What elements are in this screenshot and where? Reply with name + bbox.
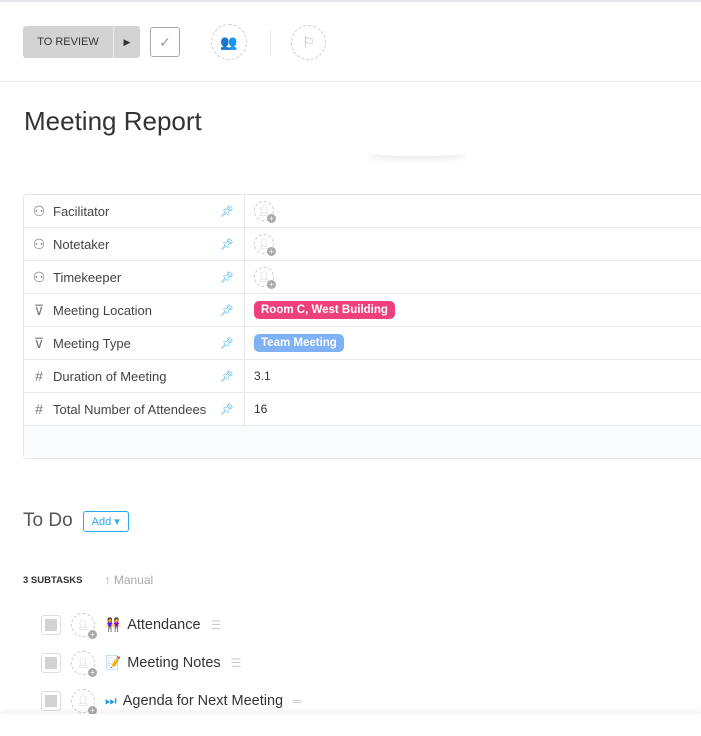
bottom-bar <box>0 714 701 736</box>
pin-icon[interactable]: 📌︎ <box>220 337 234 350</box>
fields-footer <box>24 426 701 458</box>
subtask-name[interactable]: Meeting Notes <box>127 655 221 671</box>
add-button[interactable]: Add ▾ <box>82 510 129 532</box>
status-button[interactable]: TO REVIEW ▶ <box>23 26 140 58</box>
add-user-avatar-icon[interactable]: 👤︎ <box>254 267 276 289</box>
field-name: Duration of Meeting <box>53 368 167 384</box>
description-icon: ☰ <box>230 656 242 670</box>
field-name: Notetaker <box>53 236 110 252</box>
user-icon: ⚇ <box>32 235 46 252</box>
todo-section-header: To Do Add ▾ <box>23 510 129 532</box>
sort-label: Manual <box>113 573 154 587</box>
pin-icon[interactable]: 📌︎ <box>220 238 234 251</box>
add-label: Add <box>91 515 112 528</box>
meeting-type-tag[interactable]: Team Meeting <box>254 334 344 352</box>
flag-priority-icon[interactable]: ⚐ <box>291 25 326 60</box>
subtask-name[interactable]: Attendance <box>127 617 200 633</box>
assign-avatar-icon[interactable]: 👤︎ <box>71 613 97 639</box>
subtask-name[interactable]: Agenda for Next Meeting <box>123 693 283 709</box>
field-name: Total Number of Attendees <box>53 401 207 417</box>
subtask-item[interactable]: 👤︎ 👭 Attendance ☰ <box>41 613 222 639</box>
assign-users-icon[interactable]: 👥 <box>211 24 247 60</box>
user-icon: ⚇ <box>32 202 46 219</box>
emoji-icon: 👭 <box>105 617 122 632</box>
todo-label: To Do <box>23 510 73 531</box>
field-name: Facilitator <box>53 203 110 219</box>
add-user-avatar-icon[interactable]: 👤︎ <box>254 201 276 223</box>
description-icon: ☰ <box>210 618 222 632</box>
subtask-checkbox[interactable] <box>41 691 61 711</box>
subtasks-header: 3 SUBTASKS ↑ Manual <box>23 573 153 587</box>
emoji-icon: ⏭ <box>105 693 117 708</box>
field-row: ⚇ Notetaker 📌︎ 👤︎ <box>24 228 701 261</box>
assign-avatar-icon[interactable]: 👤︎ <box>71 651 97 677</box>
field-name: Meeting Type <box>53 335 131 351</box>
custom-fields-table: ⚇ Facilitator 📌︎ 👤︎ ⚇ Notetaker 📌︎ 👤︎ ⚇ Timek… <box>23 194 701 459</box>
subtask-count: 3 SUBTASKS <box>23 575 83 586</box>
field-row: ⚇ Timekeeper 📌︎ 👤︎ <box>24 261 701 294</box>
complete-checkmark-button[interactable]: ✓ <box>150 27 180 57</box>
pin-icon[interactable]: 📌︎ <box>220 370 234 383</box>
pin-icon[interactable]: 📌︎ <box>220 304 234 317</box>
subtask-checkbox[interactable] <box>41 653 61 673</box>
status-label[interactable]: TO REVIEW <box>23 26 114 58</box>
field-row: # Total Number of Attendees 📌︎ 16 <box>24 393 701 426</box>
subtask-item[interactable]: 👤︎ ⏭ Agenda for Next Meeting ═ <box>41 689 302 715</box>
field-row: ⊽ Meeting Location 📌︎ Room C, West Buildin… <box>24 294 701 327</box>
field-row: ⊽ Meeting Type 📌︎ Team Meeting <box>24 327 701 360</box>
pin-icon[interactable]: 📌︎ <box>220 205 234 218</box>
toolbar: TO REVIEW ▶ ✓ 👥 ⚐ <box>0 2 701 82</box>
number-icon: # <box>35 401 43 417</box>
decorative-shadow <box>368 148 466 156</box>
user-icon: ⚇ <box>32 268 46 285</box>
field-row: ⚇ Facilitator 📌︎ 👤︎ <box>24 195 701 228</box>
pin-icon[interactable]: 📌︎ <box>220 271 234 284</box>
field-name: Timekeeper <box>53 269 122 285</box>
dropdown-icon: ⊽ <box>33 334 45 351</box>
sort-manual[interactable]: ↑ Manual <box>104 573 153 587</box>
next-status-arrow-icon[interactable]: ▶ <box>114 26 140 58</box>
page-title: Meeting Report <box>24 106 202 136</box>
field-name: Meeting Location <box>53 302 153 318</box>
number-icon: # <box>35 368 43 384</box>
subtask-item[interactable]: 👤︎ 📝 Meeting Notes ☰ <box>41 651 242 677</box>
assign-avatar-icon[interactable]: 👤︎ <box>71 689 97 715</box>
location-tag[interactable]: Room C, West Building <box>254 301 395 319</box>
pin-icon[interactable]: 📌︎ <box>220 403 234 416</box>
add-user-avatar-icon[interactable]: 👤︎ <box>254 234 276 256</box>
dropdown-icon: ⊽ <box>33 301 45 318</box>
emoji-icon: 📝 <box>105 655 122 670</box>
description-icon: ═ <box>293 694 302 708</box>
attendees-value[interactable]: 16 <box>245 393 267 425</box>
field-row: # Duration of Meeting 📌︎ 3.1 <box>24 360 701 393</box>
duration-value[interactable]: 3.1 <box>245 360 271 392</box>
divider <box>270 30 271 56</box>
subtask-checkbox[interactable] <box>41 615 61 635</box>
